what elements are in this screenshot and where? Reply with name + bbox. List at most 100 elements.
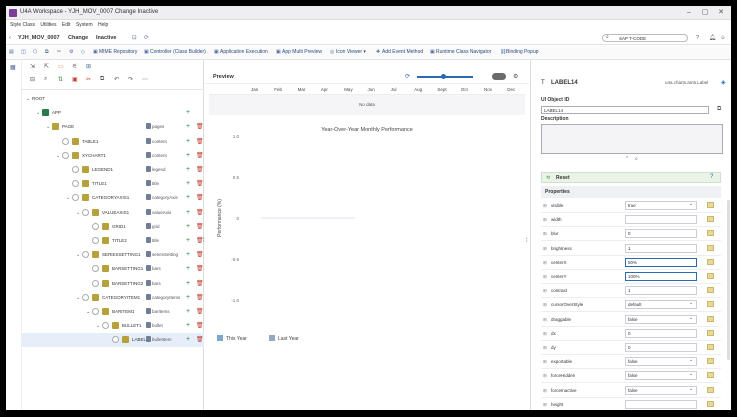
toolbar-icon-4[interactable]: ✂ bbox=[57, 49, 63, 55]
add-child-icon[interactable]: + bbox=[186, 308, 190, 315]
delete-node-icon[interactable]: 🗑︎ bbox=[196, 209, 204, 216]
delete-node-icon[interactable]: 🗑︎ bbox=[196, 138, 204, 145]
expand-arrow-icon[interactable]: ⌄ bbox=[36, 110, 40, 116]
expand-arrow-icon[interactable]: ⌄ bbox=[96, 323, 100, 329]
add-child-icon[interactable]: + bbox=[186, 194, 190, 201]
add-child-icon[interactable]: + bbox=[186, 322, 190, 329]
delete-node-icon[interactable]: 🗑︎ bbox=[196, 123, 204, 130]
delete-node-icon[interactable]: 🗑︎ bbox=[196, 294, 204, 301]
expand-arrow-icon[interactable]: ⌄ bbox=[46, 124, 50, 130]
object-info-icon[interactable]: ◈ bbox=[721, 79, 726, 86]
delete-node-icon[interactable]: 🗑︎ bbox=[196, 280, 204, 287]
tree-node[interactable]: LABEL14 bulletItem + 🗑︎ bbox=[22, 333, 204, 348]
help-attr-icon[interactable]: ? bbox=[710, 174, 713, 180]
expand-all-icon[interactable]: ⇲ bbox=[30, 63, 35, 70]
toolbar-icon-5[interactable]: ⚙ bbox=[69, 49, 75, 55]
tree-node[interactable]: TITLE2 title + 🗑︎ bbox=[22, 234, 204, 248]
zoom-slider-handle[interactable] bbox=[441, 74, 446, 79]
node-checkbox[interactable] bbox=[72, 194, 79, 202]
expand-arrow-icon[interactable]: ⌄ bbox=[86, 309, 90, 315]
tree-node[interactable]: ⌄ ROOT bbox=[22, 92, 204, 106]
property-value-input[interactable]: 0 bbox=[625, 343, 697, 352]
runtime-class-navigator-button[interactable]: ▣Runtime Class Navigator bbox=[430, 49, 491, 55]
copy-icon[interactable]: ⧉ bbox=[100, 76, 104, 83]
controller-button[interactable]: ▣Controller (Class Builder) bbox=[144, 49, 206, 55]
tree-node[interactable]: ⌄ PAGE pages + 🗑︎ bbox=[22, 120, 204, 134]
left-splitter-icon[interactable]: ⁞ bbox=[203, 238, 205, 244]
property-value-input[interactable]: 0 bbox=[625, 328, 697, 338]
search-attr-icon[interactable]: ⌕ bbox=[635, 156, 638, 162]
delete-node-icon[interactable]: 🗑︎ bbox=[196, 194, 204, 201]
property-value-input[interactable] bbox=[625, 399, 697, 409]
delete-node-icon[interactable]: 🗑︎ bbox=[196, 308, 204, 315]
delete-node-icon[interactable]: 🗑︎ bbox=[196, 180, 204, 187]
tree-node[interactable]: ⌄ APP + bbox=[22, 106, 204, 120]
undo-icon[interactable]: ↶ bbox=[114, 76, 119, 83]
delete-node-icon[interactable]: 🗑︎ bbox=[196, 166, 204, 173]
binding-icon[interactable] bbox=[707, 301, 714, 308]
node-checkbox[interactable] bbox=[112, 336, 119, 344]
add-child-icon[interactable]: + bbox=[186, 294, 190, 301]
tree-node[interactable]: GRID1 grid + 🗑︎ bbox=[22, 220, 204, 234]
properties-scrollbar[interactable] bbox=[727, 200, 730, 360]
node-checkbox[interactable] bbox=[102, 322, 109, 330]
binding-icon[interactable] bbox=[707, 372, 714, 379]
toolbar-icon-3[interactable]: ⧉ bbox=[45, 49, 51, 55]
binding-icon[interactable] bbox=[707, 315, 714, 322]
property-value-input[interactable] bbox=[625, 215, 697, 225]
delete-node-icon[interactable]: 🗑︎ bbox=[196, 251, 204, 258]
maximize-icon[interactable]: ▢ bbox=[698, 7, 712, 19]
expand-arrow-icon[interactable]: ⌄ bbox=[76, 295, 80, 301]
binding-popup-button[interactable]: ⛓Binding Popup bbox=[500, 49, 539, 55]
copy-id-icon[interactable]: ⧉ bbox=[717, 106, 721, 113]
node-checkbox[interactable] bbox=[62, 151, 69, 159]
preview-refresh-icon[interactable]: ⟳ bbox=[405, 73, 410, 80]
tree-node[interactable]: ⌄ VALUEAXIS1 valueAxis + 🗑︎ bbox=[22, 206, 204, 220]
tree-node[interactable]: ⌄ BARITEM1 barItems + 🗑︎ bbox=[22, 305, 204, 319]
add-child-icon[interactable]: + bbox=[186, 123, 190, 130]
help-icon[interactable]: ? bbox=[696, 35, 699, 41]
add-child-icon[interactable]: + bbox=[186, 237, 190, 244]
node-checkbox[interactable] bbox=[92, 308, 99, 315]
add-child-icon[interactable]: + bbox=[186, 223, 190, 230]
property-value-input[interactable]: true bbox=[625, 201, 697, 210]
add-event-method-button[interactable]: ✚ Add Event Method bbox=[376, 49, 423, 55]
right-splitter-icon[interactable]: ⁞ bbox=[526, 238, 528, 244]
binding-icon[interactable] bbox=[707, 386, 714, 393]
binding-icon[interactable] bbox=[707, 329, 714, 336]
user-icon[interactable]: ☺ bbox=[720, 35, 726, 41]
property-value-input[interactable]: 50% bbox=[625, 257, 697, 267]
node-checkbox[interactable] bbox=[82, 208, 89, 216]
app-execution-button[interactable]: ▣Application Execution bbox=[214, 49, 268, 55]
menu-system[interactable]: System bbox=[76, 20, 93, 31]
menu-edit[interactable]: Edit bbox=[62, 20, 71, 31]
add-child-icon[interactable]: + bbox=[186, 138, 190, 145]
tree-view-icon[interactable]: ▦ bbox=[10, 64, 16, 71]
grid-icon[interactable]: ⊟ bbox=[30, 76, 35, 83]
tree-node[interactable]: ⌄ CATEGORYAXIS1 categoryAxis + 🗑︎ bbox=[22, 191, 204, 205]
node-checkbox[interactable] bbox=[82, 251, 89, 259]
add-node-icon[interactable]: ⊞ bbox=[86, 63, 91, 70]
display-icon[interactable]: ⊡ bbox=[132, 35, 137, 41]
property-value-input[interactable]: 100% bbox=[625, 272, 697, 281]
toolbar-icon-2[interactable]: ⬡ bbox=[33, 49, 39, 55]
chevron-down-icon[interactable]: ⌄ bbox=[689, 300, 693, 306]
filter-icon[interactable]: ⚟ bbox=[72, 63, 77, 70]
node-checkbox[interactable] bbox=[92, 237, 99, 244]
property-value-input[interactable]: 1 bbox=[625, 286, 697, 296]
binding-icon[interactable] bbox=[707, 287, 714, 294]
property-value-input[interactable]: false bbox=[625, 357, 697, 367]
close-icon[interactable]: ✕ bbox=[714, 7, 728, 19]
delete-node-icon[interactable]: ▣ bbox=[72, 76, 78, 83]
toolbar-icon-6[interactable]: ◇ bbox=[81, 49, 87, 55]
tree-node[interactable]: TABLE1 content + 🗑︎ bbox=[22, 135, 204, 149]
add-child-icon[interactable]: + bbox=[186, 180, 190, 187]
move-icon[interactable]: ⇅ bbox=[58, 76, 63, 83]
tree-node[interactable]: ⌄ XYCHART1 content + 🗑︎ bbox=[22, 149, 204, 163]
chevron-down-icon[interactable]: ⌄ bbox=[689, 371, 693, 377]
refresh-icon[interactable]: ⟳ bbox=[144, 35, 149, 41]
binding-icon[interactable] bbox=[707, 230, 714, 237]
notification-icon[interactable]: 🔔︎ bbox=[709, 35, 716, 41]
folder-icon[interactable]: ▭ bbox=[58, 63, 64, 70]
add-child-icon[interactable]: + bbox=[186, 280, 190, 287]
